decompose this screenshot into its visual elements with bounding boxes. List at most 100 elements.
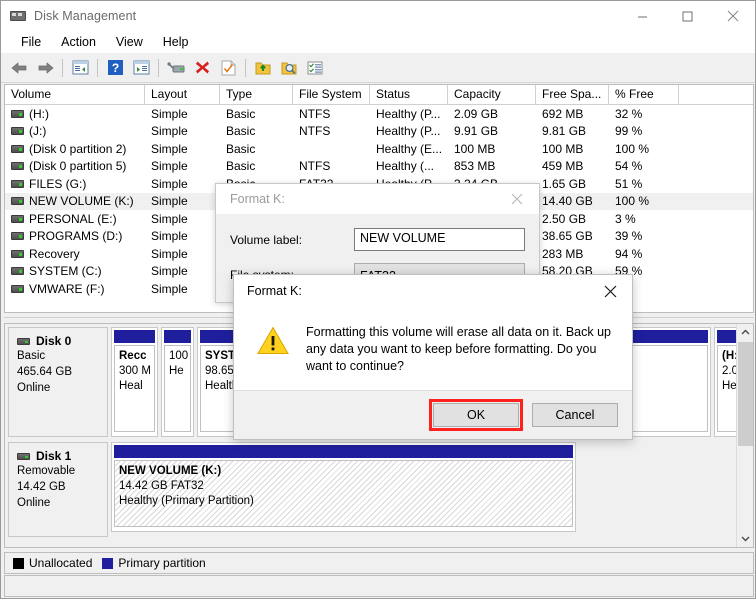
drive-icon <box>11 249 24 258</box>
help-icon[interactable]: ? <box>102 56 128 80</box>
drive-icon <box>11 232 24 241</box>
properties-icon[interactable] <box>163 56 189 80</box>
cell-type: Basic <box>226 124 256 139</box>
cell-volume: Recovery <box>5 247 145 261</box>
cell-volume-label: VMWARE (F:) <box>29 281 105 296</box>
drive-icon <box>11 144 24 153</box>
table-row[interactable]: (H:) Simple Basic NTFS Healthy (P... 2.09 GB 6… <box>5 105 753 123</box>
cancel-button[interactable]: Cancel <box>532 403 618 427</box>
cell-volume: FILES (G:) <box>5 177 145 191</box>
cell-status: Healthy (P... <box>376 106 441 121</box>
partition-name: Recc <box>119 350 147 362</box>
column-header-percent-free[interactable]: % Free <box>609 85 679 105</box>
check-icon[interactable] <box>215 56 241 80</box>
menu-help[interactable]: Help <box>153 33 199 51</box>
cell-layout: Simple <box>151 211 188 226</box>
disk-info-disk1[interactable]: Disk 1 Removable 14.42 GB Online <box>8 442 108 537</box>
cell-free-space: 2.50 GB <box>542 211 587 226</box>
title-bar: Disk Management <box>1 1 755 31</box>
scroll-down-icon[interactable] <box>737 530 753 547</box>
graphical-view-scrollbar[interactable] <box>736 324 753 547</box>
format-dialog-close-icon[interactable] <box>495 184 539 214</box>
disk-title-disk1: Disk 1 <box>17 449 107 463</box>
toolbar-separator <box>245 58 246 77</box>
ok-button-highlight: OK <box>429 399 523 431</box>
column-header-capacity[interactable]: Capacity <box>448 85 536 105</box>
warning-triangle-icon <box>257 326 289 355</box>
forward-arrow-icon[interactable] <box>32 56 58 80</box>
partition-details: NEW VOLUME (K:) 14.42 GB FAT32 Healthy (Pr… <box>114 460 573 527</box>
confirm-dialog-close-icon[interactable] <box>588 275 632 307</box>
column-header-file-system[interactable]: File System <box>293 85 370 105</box>
scrollbar-thumb[interactable] <box>738 342 753 446</box>
cell-layout: Simple <box>151 229 188 244</box>
drive-icon <box>11 179 24 188</box>
cell-volume: SYSTEM (C:) <box>5 264 145 278</box>
show-hide-action-pane-icon[interactable] <box>128 56 154 80</box>
back-arrow-icon[interactable] <box>6 56 32 80</box>
partition-name: NEW VOLUME (K:) <box>119 465 222 477</box>
format-confirmation-dialog: Format K: Formatting this volume will er… <box>233 274 633 440</box>
legend-label-unallocated: Unallocated <box>29 556 93 570</box>
cell-layout: Simple <box>151 281 188 296</box>
cell-volume-label: PERSONAL (E:) <box>29 211 117 226</box>
column-header-status[interactable]: Status <box>370 85 448 105</box>
format-dialog-title: Format K: <box>230 192 285 206</box>
cell-volume-label: (Disk 0 partition 2) <box>29 141 127 156</box>
cell-layout: Simple <box>151 194 188 209</box>
cell-free-space: 9.81 GB <box>542 124 587 139</box>
cell-free-space: 1.65 GB <box>542 176 587 191</box>
volume-label-row: Volume label: NEW VOLUME <box>230 228 525 251</box>
column-header-volume[interactable]: Volume <box>5 85 145 105</box>
minimize-button[interactable] <box>620 1 665 31</box>
export-list-icon[interactable] <box>250 56 276 80</box>
menu-action[interactable]: Action <box>51 33 106 51</box>
cell-free-space: 283 MB <box>542 246 584 261</box>
cell-volume-label: PROGRAMS (D:) <box>29 229 123 244</box>
cell-volume: VMWARE (F:) <box>5 282 145 296</box>
window-title: Disk Management <box>34 9 137 23</box>
partition-status: Heal <box>119 380 143 392</box>
volume-label-input[interactable]: NEW VOLUME <box>354 228 525 251</box>
disk-title-disk0: Disk 0 <box>17 334 107 348</box>
disk-size-disk0: 465.64 GB <box>17 366 72 378</box>
delete-icon[interactable] <box>189 56 215 80</box>
legend-swatch-unallocated <box>13 557 24 569</box>
detail-view-icon[interactable] <box>302 56 328 80</box>
disk-management-window: Disk Management File Action View Help ? … <box>0 0 756 599</box>
table-row[interactable]: (Disk 0 partition 5) Simple Basic NTFS Healt… <box>5 158 753 176</box>
disk-row-disk1: Disk 1 Removable 14.42 GB Online NEW VOL… <box>8 442 576 537</box>
partition-color-bar <box>114 445 573 458</box>
partition-details: Recc 300 M Heal <box>114 345 155 432</box>
confirm-dialog-title: Format K: <box>247 284 302 298</box>
partition-block[interactable]: Recc 300 M Heal <box>111 327 158 437</box>
cell-layout: Simple <box>151 246 188 261</box>
cell-volume: (J:) <box>5 124 145 138</box>
disk-icon <box>17 337 30 345</box>
toolbar-separator <box>97 58 98 77</box>
table-row[interactable]: (J:) Simple Basic NTFS Healthy (P... 9.91 GB 9… <box>5 123 753 141</box>
ok-button[interactable]: OK <box>433 403 519 427</box>
drive-icon <box>11 214 24 223</box>
scroll-up-icon[interactable] <box>737 324 753 341</box>
column-header-free-space[interactable]: Free Spa... <box>536 85 609 105</box>
show-hide-console-tree-icon[interactable] <box>67 56 93 80</box>
column-header-layout[interactable]: Layout <box>145 85 220 105</box>
close-button[interactable] <box>710 1 755 31</box>
drive-icon <box>11 109 24 118</box>
maximize-button[interactable] <box>665 1 710 31</box>
cell-free-space: 38.65 GB <box>542 229 593 244</box>
menu-file[interactable]: File <box>11 33 51 51</box>
cell-percent-free: 51 % <box>615 176 643 191</box>
cell-free-space: 14.40 GB <box>542 194 593 209</box>
search-icon[interactable] <box>276 56 302 80</box>
cell-file-system: NTFS <box>299 159 331 174</box>
volume-list-header: Volume Layout Type File System Status Ca… <box>5 85 753 105</box>
partition-block[interactable]: NEW VOLUME (K:) 14.42 GB FAT32 Healthy (Pr… <box>111 442 576 532</box>
disk-info-disk0[interactable]: Disk 0 Basic 465.64 GB Online <box>8 327 108 437</box>
table-row[interactable]: (Disk 0 partition 2) Simple Basic Healthy (… <box>5 140 753 158</box>
menu-view[interactable]: View <box>106 33 153 51</box>
column-header-type[interactable]: Type <box>220 85 293 105</box>
partition-block[interactable]: 100 He <box>161 327 194 437</box>
cell-volume: NEW VOLUME (K:) <box>5 194 145 208</box>
